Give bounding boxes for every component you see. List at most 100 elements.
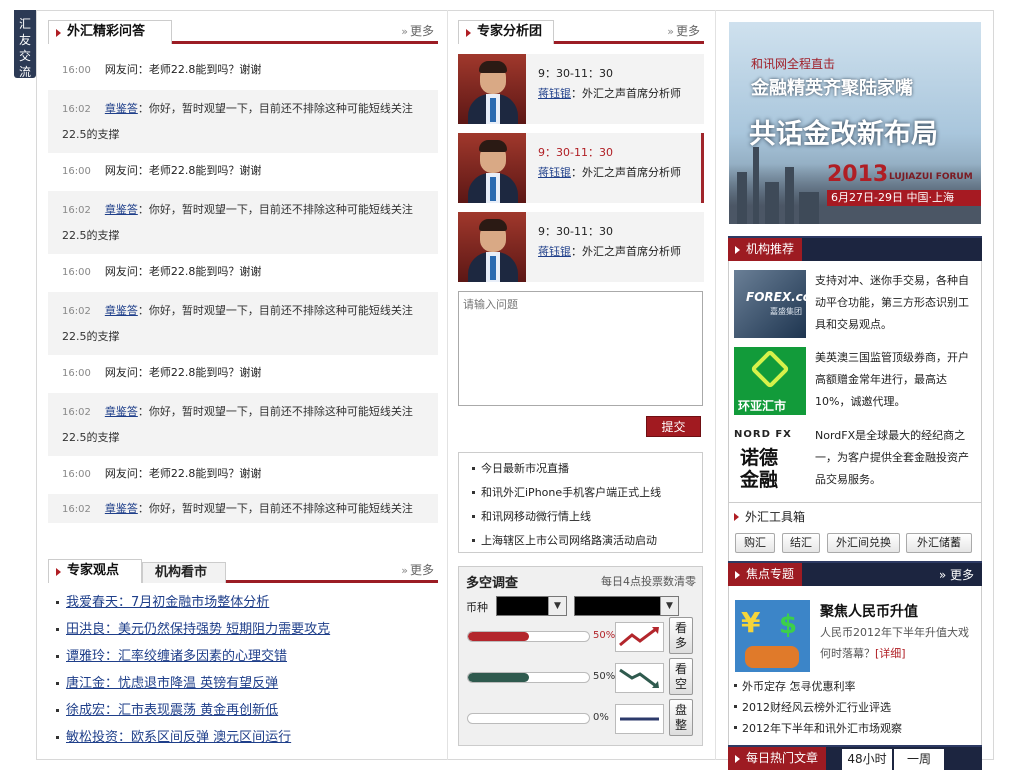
view-link[interactable]: 我爱春天：7月初金融市场整体分析 [54,589,434,616]
focus-detail-link[interactable]: [详细] [875,647,906,660]
orgs-header: 机构推荐 [728,236,982,261]
side-tab-forum[interactable]: 汇友交流 [14,10,36,79]
news-link[interactable]: 和讯外汇iPhone手机客户端正式上线 [459,484,702,508]
forex-logo-sub: 嘉盛集团 [770,307,802,316]
news-link[interactable]: 今日最新市况直播 [459,460,702,484]
vote-bull-button[interactable]: 看多 [669,617,693,654]
tab-expert-views[interactable]: 专家观点 [48,559,142,583]
huanya-logo[interactable]: 环亚汇市 [734,347,806,415]
expert-name-link[interactable]: 蒋钰锟 [538,87,571,100]
qa-answerer-link[interactable]: 章鉴答 [105,502,138,515]
arrow-icon [56,568,61,576]
submit-button[interactable]: 提交 [646,416,701,437]
qa-question[interactable]: 16:00 网友问：老师22.8能到吗？谢谢 [48,153,438,191]
focus-link[interactable]: 2012财经风云榜外汇行业评选 [734,699,891,715]
expert-photo[interactable] [458,212,526,282]
focus-headline[interactable]: 聚焦人民币升值 [820,601,918,621]
view-link[interactable]: 徐成宏：汇市表现震荡 黄金再创新低 [54,697,434,724]
building [785,167,794,224]
expert-name-link[interactable]: 蒋钰锟 [538,245,571,258]
vote-flat-button[interactable]: 盘整 [669,699,693,736]
news-link[interactable]: 和讯网移动微行情上线 [459,508,702,532]
expert-card[interactable]: 9：30-11：30 蒋钰锟：外汇之声首席分析师 [458,133,704,203]
qa-answer-time: 16:02 [62,306,91,317]
expert-time: 9：30-11：30 [538,146,613,159]
expert-photo[interactable] [458,54,526,124]
column-divider [447,10,448,760]
qa-header: 外汇精彩问答 » 更多 [48,20,438,44]
question-input[interactable] [458,291,703,406]
photo-part [490,98,496,122]
view-link[interactable]: 田洪良：美元仍然保持强势 短期阻力需要攻克 [54,616,434,643]
expert-name-line: 蒋钰锟：外汇之声首席分析师 [538,243,681,259]
vote-bear-button[interactable]: 看空 [669,658,693,695]
expert-name-link[interactable]: 蒋钰锟 [538,166,571,179]
org-desc-nordfx: NordFX是全球最大的经纪商之一，为客户提供全套金融投资产品交易服务。 [815,429,969,486]
qa-answerer-link[interactable]: 章鉴答 [105,405,138,418]
poll-note: 每日4点投票数清零 [601,575,696,588]
news-link[interactable]: 上海辖区上市公司网络路演活动启动 [459,532,702,556]
poll-bar-fill [468,673,529,682]
view-link[interactable]: 谭雅玲：汇率绞缠诸多因素的心理交错 [54,643,434,670]
nordfx-logo[interactable]: NORD FX 诺德金融 [734,425,806,493]
qa-answerer-link[interactable]: 章鉴答 [105,203,138,216]
views-more-link[interactable]: » 更多 [401,561,434,578]
expert-card[interactable]: 9：30-11：30 蒋钰锟：外汇之声首席分析师 [458,54,704,124]
tool-button[interactable]: 结汇 [782,533,820,553]
tab-week[interactable]: 一周 [894,749,944,770]
qa-question[interactable]: 16:00 网友问：老师22.8能到吗？谢谢 [48,52,438,90]
qa-question-text: 网友问：老师22.8能到吗？谢谢 [104,467,262,480]
experts-more-link[interactable]: » 更多 [667,22,700,39]
tab-qa[interactable]: 外汇精彩问答 [48,20,172,44]
building [737,172,747,224]
qa-more-link[interactable]: » 更多 [401,22,434,39]
qa-question[interactable]: 16:00 网友问：老师22.8能到吗？谢谢 [48,456,438,494]
focus-more-link[interactable]: » 更多 [939,566,974,583]
qa-question-time: 16:00 [62,267,91,278]
experts-header: 专家分析团 » 更多 [458,20,704,44]
views-header: 专家观点 机构看市 » 更多 [48,559,438,583]
qa-question-text: 网友问：老师22.8能到吗？谢谢 [104,265,262,278]
poll-percent: 50% [593,630,616,641]
qa-answer-time: 16:02 [62,504,91,515]
tab-experts[interactable]: 专家分析团 [458,20,554,44]
qa-question-text: 网友问：老师22.8能到吗？谢谢 [104,164,262,177]
tool-button[interactable]: 外汇间兑换 [827,533,900,553]
photo-part [490,177,496,201]
poll-bar [467,631,590,642]
qa-answer-time: 16:02 [62,205,91,216]
forum-banner[interactable]: 和讯网全程直击 金融精英齐聚陆家嘴 共话金改新布局 2013 LUJIAZUI … [729,22,981,224]
qa-question-time: 16:00 [62,65,91,76]
huanya-logo-text: 环亚汇市 [738,399,787,413]
nordfx-logo-text: NORD FX [734,429,792,440]
qa-question-time: 16:00 [62,166,91,177]
qa-answerer-link[interactable]: 章鉴答 [105,102,138,115]
tab-institution-views[interactable]: 机构看市 [142,562,226,583]
vote-label: 看多 [675,621,688,650]
news-list: 今日最新市况直播 和讯外汇iPhone手机客户端正式上线 和讯网移动微行情上线 上海辖… [458,452,703,553]
view-link[interactable]: 唐江金：忧虑退市降温 英镑有望反弹 [54,670,434,697]
vote-label: 盘整 [675,703,688,732]
qa-question[interactable]: 16:00 网友问：老师22.8能到吗？谢谢 [48,355,438,393]
qa-answer-time: 16:02 [62,104,91,115]
trend-flat-icon [615,704,664,734]
expert-card[interactable]: 9：30-11：30 蒋钰锟：外汇之声首席分析师 [458,212,704,282]
rmb-picture[interactable]: ¥ $ [735,600,810,672]
poll-bar-fill [468,632,529,641]
tool-button[interactable]: 外汇储蓄 [906,533,972,553]
hot-header: 每日热门文章 48小时 一周 [728,745,982,770]
tab-48h[interactable]: 48小时 [842,749,892,770]
forex-logo[interactable]: FOREX.com 嘉盛集团 [734,270,824,338]
expert-photo[interactable] [458,133,526,203]
currency-select-1[interactable]: ▼ [496,596,567,616]
focus-header: 焦点专题 » 更多 [728,561,982,586]
currency-select-2[interactable]: ▼ [574,596,679,616]
focus-link[interactable]: 2012年下半年和讯外汇市场观察 [734,720,902,736]
arrow-icon [466,29,471,37]
qa-answerer-link[interactable]: 章鉴答 [105,304,138,317]
qa-question[interactable]: 16:00 网友问：老师22.8能到吗？谢谢 [48,254,438,292]
qa-answer: 16:02 章鉴答：你好，暂时观望一下，目前还不排除这种可能短线关注 [48,494,438,523]
view-link[interactable]: 敏松投资：欧系区间反弹 澳元区间运行 [54,724,434,751]
tool-button[interactable]: 购汇 [735,533,775,553]
focus-link[interactable]: 外币定存 怎寻优惠利率 [734,678,856,694]
